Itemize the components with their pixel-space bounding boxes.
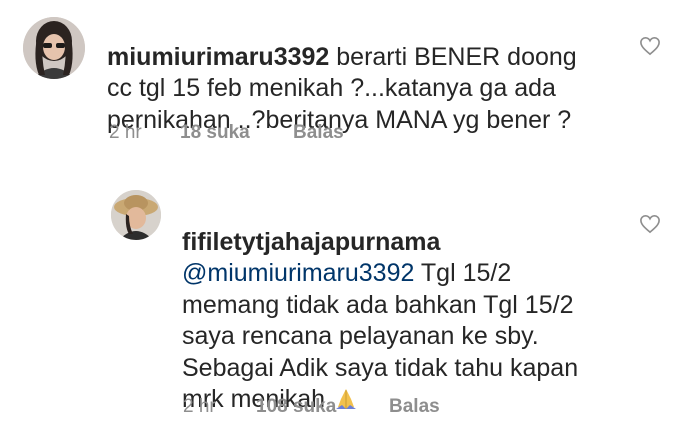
heart-outline-icon[interactable] — [639, 36, 661, 56]
comment-body-line: cc tgl 15 feb menikah ?...katanya ga ada — [107, 74, 556, 102]
comment-time: 2 hr — [109, 122, 142, 143]
comment-time: 2 hr — [183, 396, 216, 417]
avatar[interactable] — [23, 17, 85, 79]
comment-username[interactable]: fifiletytjahajapurnama — [182, 228, 440, 256]
comment-likes-count[interactable]: 18 suka — [180, 122, 293, 144]
comment-body-line: Sebagai Adik saya tidak tahu kapan — [182, 353, 579, 382]
comment-body-line: berarti BENER doong — [329, 42, 577, 71]
avatar[interactable] — [111, 190, 161, 240]
comment-text: miumiurimaru3392 berarti BENER doong cc t… — [107, 10, 667, 136]
avatar-image — [111, 190, 161, 240]
reply-button[interactable]: Balas — [293, 122, 344, 144]
comment-meta: 2 hr 108 suka Balas — [183, 396, 440, 418]
comment-body-line: Tgl 15/2 — [414, 259, 512, 287]
comment-likes-count[interactable]: 108 suka — [256, 396, 389, 418]
reply-button[interactable]: Balas — [389, 396, 440, 418]
avatar-image — [23, 17, 85, 79]
comment-username[interactable]: miumiurimaru3392 — [107, 43, 329, 71]
comment-body-line: saya rencana pelayanan ke sby. — [182, 322, 539, 350]
comment-meta: 2 hr 18 suka Balas — [109, 122, 344, 144]
heart-outline-icon[interactable] — [639, 214, 661, 234]
comment-text: fifiletytjahajapurnama @miumiurimaru3392 … — [182, 195, 652, 416]
mention-link[interactable]: @miumiurimaru3392 — [182, 259, 414, 287]
comment-body-line: memang tidak ada bahkan Tgl 15/2 — [182, 290, 574, 319]
